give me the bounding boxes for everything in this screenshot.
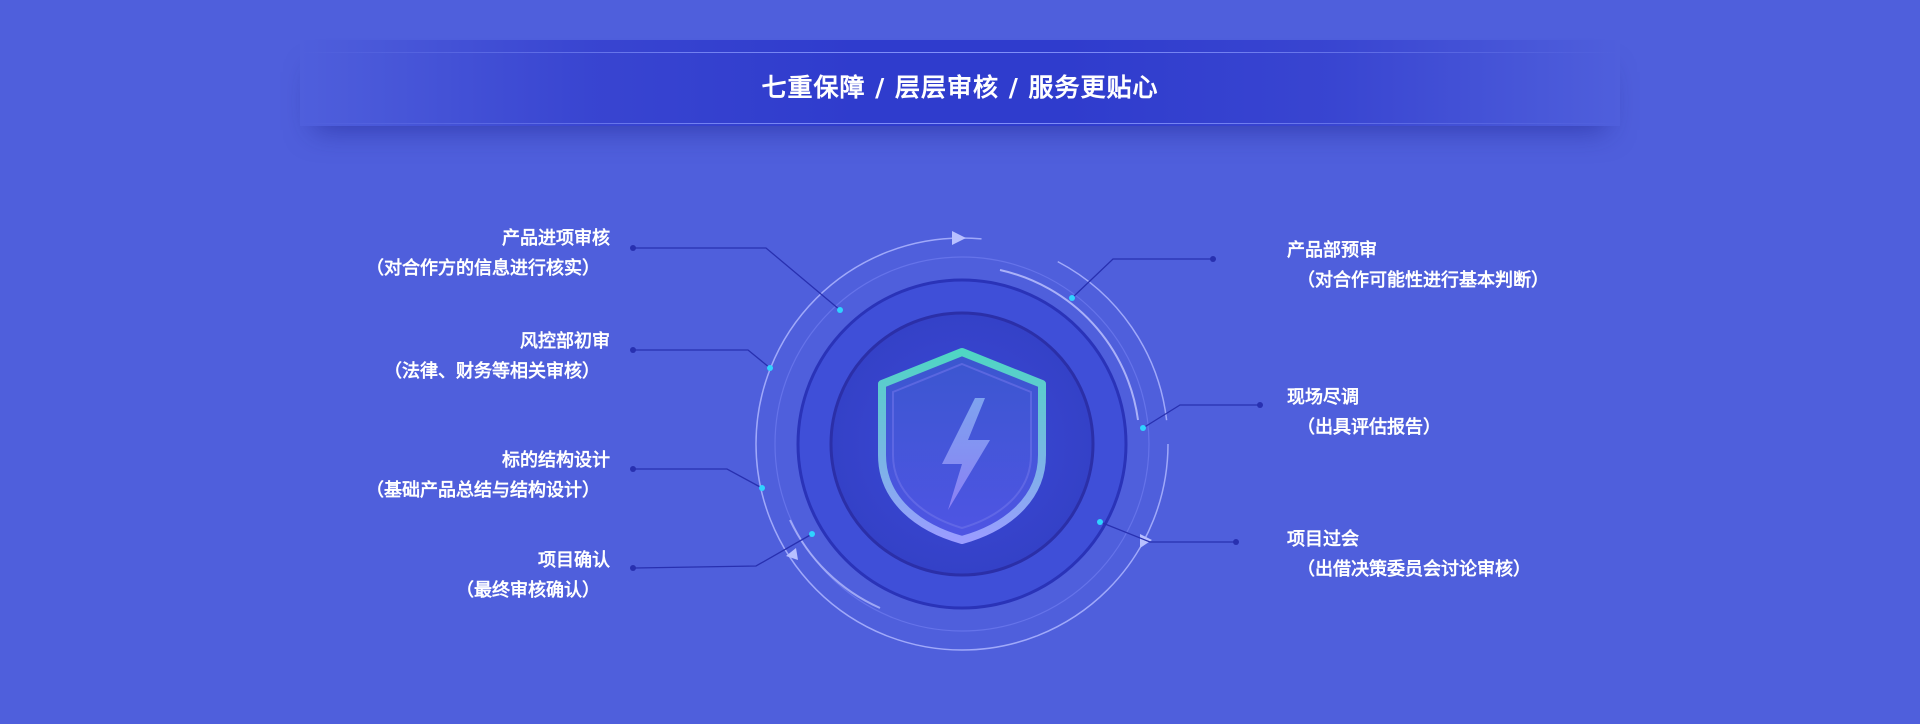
step-title: 标的结构设计 [502, 450, 610, 471]
step-risk-review: 风控部初审 （法律、财务等相关审核） [190, 327, 610, 387]
step-desc: （法律、财务等相关审核） [384, 361, 600, 382]
step-product-prereview: 产品部预审 （对合作可能性进行基本判断） [1287, 236, 1707, 296]
step-desc: （出借决策委员会讨论审核） [1297, 559, 1531, 580]
shield-lightning-icon [878, 348, 1046, 544]
step-desc: （最终审核确认） [456, 580, 600, 601]
step-committee-approval: 项目过会 （出借决策委员会讨论审核） [1287, 525, 1707, 585]
step-desc: （对合作方的信息进行核实） [366, 258, 600, 279]
step-onsite-diligence: 现场尽调 （出具评估报告） [1287, 383, 1707, 443]
step-structure-design: 标的结构设计 （基础产品总结与结构设计） [190, 446, 610, 506]
step-desc: （对合作可能性进行基本判断） [1297, 270, 1549, 291]
step-desc: （基础产品总结与结构设计） [366, 480, 600, 501]
step-title: 风控部初审 [520, 331, 610, 352]
step-title: 产品部预审 [1287, 240, 1377, 261]
step-title: 项目过会 [1287, 529, 1359, 550]
step-title: 现场尽调 [1287, 387, 1359, 408]
step-title: 项目确认 [538, 550, 610, 571]
arrow-marker-top [952, 231, 966, 245]
step-project-confirm: 项目确认 （最终审核确认） [190, 546, 610, 606]
step-product-intake: 产品进项审核 （对合作方的信息进行核实） [190, 224, 610, 284]
step-desc: （出具评估报告） [1297, 417, 1441, 438]
step-title: 产品进项审核 [502, 228, 610, 249]
